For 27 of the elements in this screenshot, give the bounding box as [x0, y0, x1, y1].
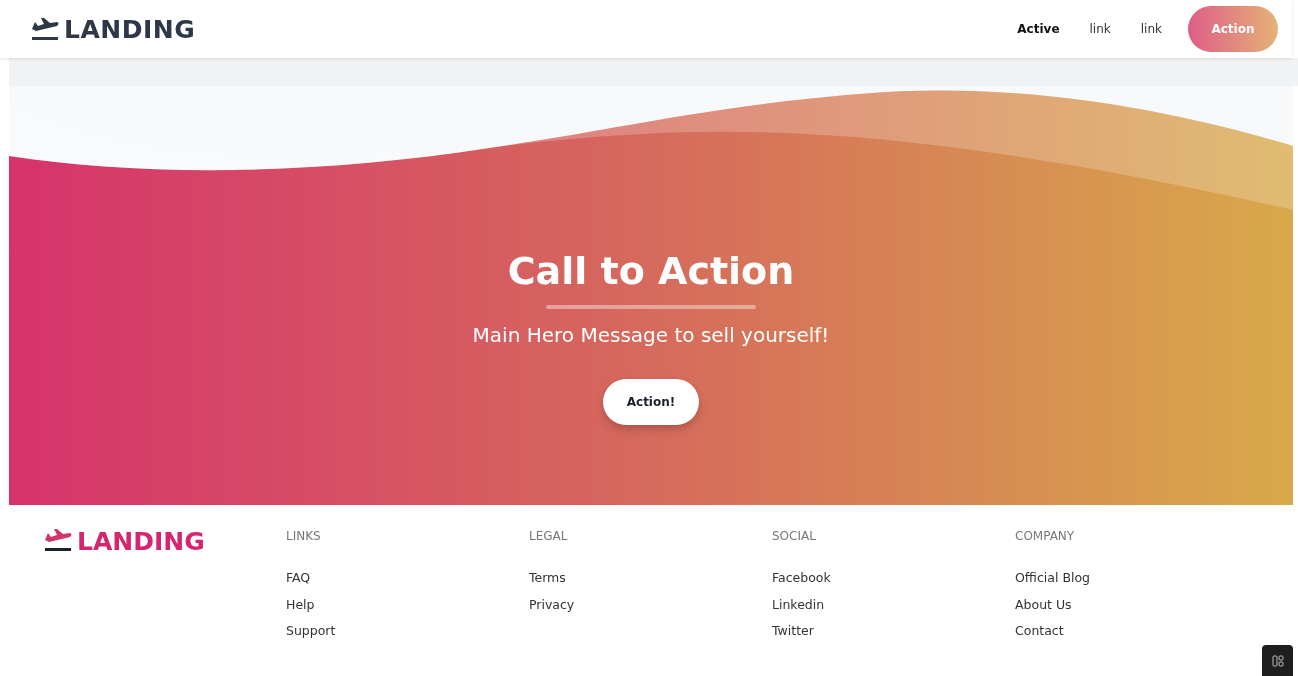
footer-heading: SOCIAL — [772, 529, 817, 543]
action-button[interactable]: Action! — [603, 379, 699, 425]
layout-button[interactable] — [1262, 645, 1293, 676]
hero-message: Main Hero Message to sell yourself! — [472, 323, 830, 347]
footer-link[interactable]: FAQ — [286, 565, 529, 592]
footer-heading: LINKS — [286, 529, 322, 543]
footer-heading: LEGAL — [529, 529, 569, 543]
footer-link[interactable]: Privacy — [529, 591, 772, 618]
footer-heading: COMPANY — [1015, 529, 1076, 543]
footer-link[interactable]: Contact — [1015, 618, 1090, 645]
airplane-icon — [30, 16, 60, 42]
logo-text[interactable]: LANDING — [77, 527, 205, 557]
airplane-icon — [43, 527, 73, 553]
nav-link[interactable]: Active — [1007, 16, 1070, 42]
logo-text[interactable]: LANDING — [64, 14, 196, 44]
footer-link[interactable]: Linkedin — [772, 591, 1015, 618]
footer-link[interactable]: Facebook — [772, 565, 1015, 592]
nav-link[interactable]: link — [1130, 16, 1172, 42]
nav-link[interactable]: link — [1079, 16, 1121, 42]
hero-title: Call to Action — [507, 249, 795, 293]
footer-link[interactable]: Terms — [529, 565, 772, 592]
footer-link[interactable]: Help — [286, 591, 529, 618]
footer-link[interactable]: Support — [286, 618, 529, 645]
footer-link[interactable]: Twitter — [772, 618, 1015, 645]
layout-icon — [1271, 654, 1284, 667]
footer-link[interactable]: About Us — [1015, 591, 1090, 618]
footer-link[interactable]: Official Blog — [1015, 565, 1090, 592]
